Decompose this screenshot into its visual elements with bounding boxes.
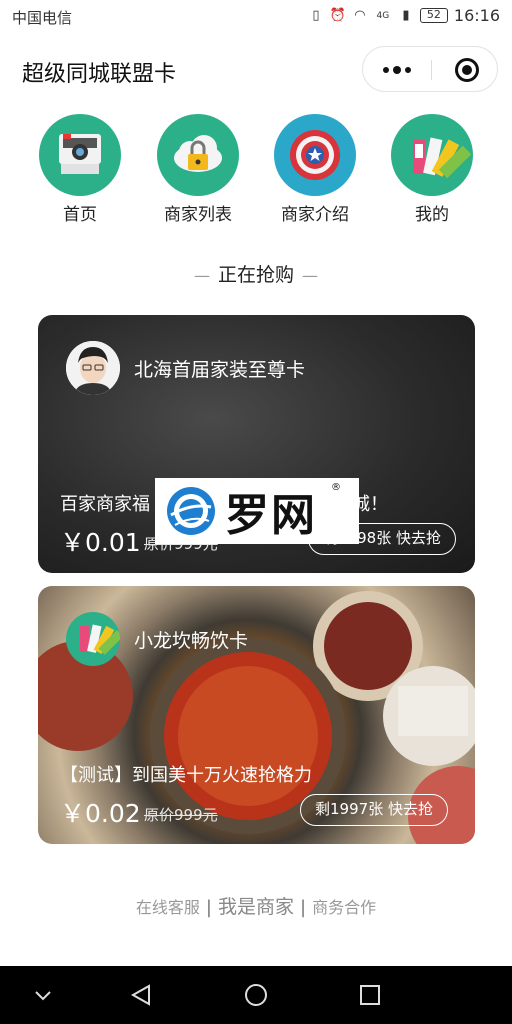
status-icons: ▯ ⏰ ◠ 4G ▮ 52 16:16 [308, 6, 500, 25]
watermark-globe-icon [167, 487, 215, 535]
more-dot-icon [383, 67, 389, 73]
back-icon[interactable] [127, 980, 157, 1010]
network-type-label: 4G [376, 10, 390, 21]
main-nav: 首页 商家列表 商家介绍 我的 [0, 114, 512, 225]
link-separator: | [300, 897, 307, 918]
nav-item-mine[interactable]: 我的 [382, 114, 482, 225]
watermark-text: 罗网 [225, 490, 317, 541]
merchant-avatar [66, 341, 120, 395]
home-icon[interactable] [241, 980, 271, 1010]
card-price: ￥0.01 [60, 528, 141, 557]
alarm-icon: ⏰ [329, 7, 347, 23]
card-title: 北海首届家装至尊卡 [134, 359, 306, 381]
card-original-price: 原价999元 [144, 806, 218, 824]
card-promo: 百家商家福 城！ [60, 490, 388, 516]
nav-label: 我的 [415, 205, 449, 225]
collapse-icon[interactable] [28, 980, 58, 1010]
card-title: 小龙坎畅饮卡 [134, 630, 249, 652]
wifi-icon: ◠ [354, 7, 366, 23]
shield-star-icon [274, 114, 356, 196]
registered-mark: ® [331, 482, 341, 493]
title-dash: — [302, 266, 318, 285]
more-dot-icon [393, 66, 401, 74]
cloud-lock-icon [157, 114, 239, 196]
signal-icon: ▮ [402, 7, 410, 23]
vibrate-icon: ▯ [312, 7, 320, 23]
nav-item-merchant-intro[interactable]: 商家介绍 [265, 114, 365, 225]
battery-icon: 52 [419, 8, 448, 23]
system-nav-bar [0, 966, 512, 1024]
recents-icon[interactable] [355, 980, 385, 1010]
capsule-divider [431, 60, 432, 80]
card-price: ￥0.02 [60, 799, 141, 828]
camera-icon [39, 114, 121, 196]
more-dot-icon [405, 67, 411, 73]
miniprogram-capsule [362, 46, 498, 92]
footer-links: 在线客服 | 我是商家 | 商务合作 [0, 892, 512, 919]
nav-item-merchant-list[interactable]: 商家列表 [148, 114, 248, 225]
close-miniprogram-button[interactable] [455, 58, 479, 82]
card-promo: 【测试】到国美十万火速抢格力 [60, 765, 312, 786]
deal-card[interactable]: 小龙坎畅饮卡 【测试】到国美十万火速抢格力 ￥0.02 原价999元 剩1997… [38, 586, 475, 844]
link-separator: | [205, 897, 212, 918]
merchant-link[interactable]: 我是商家 [218, 896, 294, 918]
page-title: 超级同城联盟卡 [22, 62, 177, 87]
grab-button[interactable]: 剩1997张 快去抢 [300, 794, 448, 826]
nav-item-home[interactable]: 首页 [30, 114, 130, 225]
clock-label: 16:16 [453, 6, 500, 25]
status-bar: 中国电信 ▯ ⏰ ◠ 4G ▮ 52 16:16 [0, 0, 512, 34]
nav-label: 商家介绍 [281, 205, 349, 225]
section-title-text: 正在抢购 [217, 264, 294, 286]
color-palette-icon [391, 114, 473, 196]
customer-service-link[interactable]: 在线客服 [136, 898, 200, 917]
merchant-avatar [66, 612, 120, 666]
title-dash: — [193, 266, 210, 285]
nav-label: 首页 [63, 205, 97, 225]
more-button[interactable] [363, 47, 431, 93]
carrier-label: 中国电信 [12, 9, 73, 27]
app-header: 超级同城联盟卡 [0, 34, 512, 104]
watermark-logo: 罗网 ® [155, 478, 359, 544]
business-link[interactable]: 商务合作 [312, 898, 376, 917]
card-promo-text: 百家商家福 [60, 494, 150, 515]
section-title: — 正在抢购 — [0, 260, 512, 287]
nav-label: 商家列表 [164, 205, 232, 225]
